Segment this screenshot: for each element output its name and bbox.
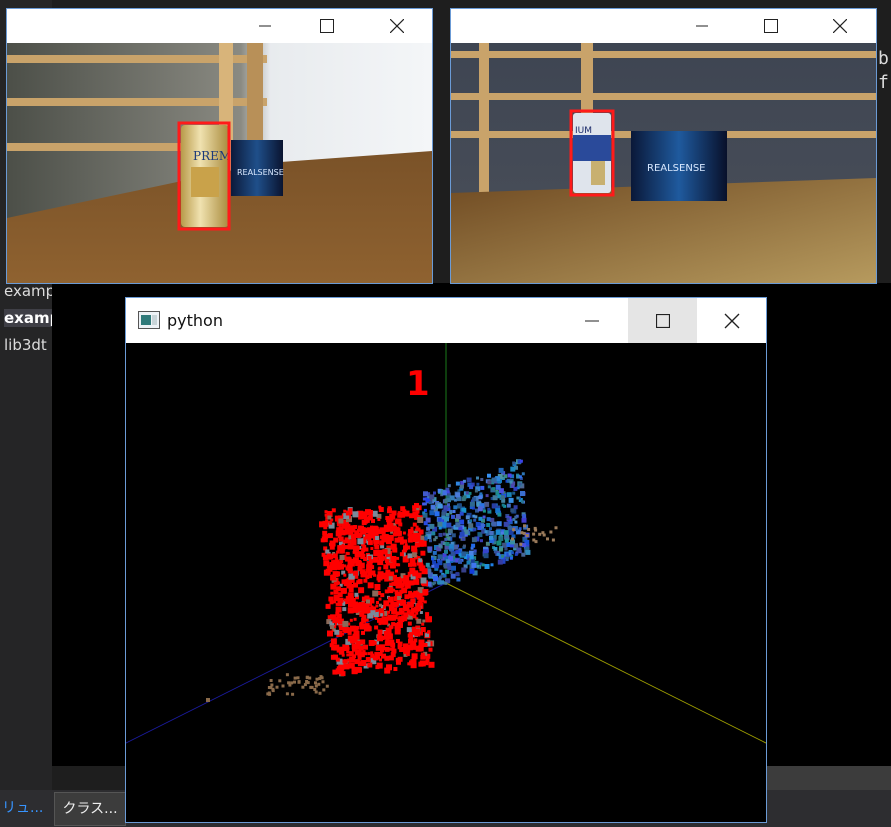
close-button[interactable] [709,298,755,343]
window-titlebar[interactable] [7,9,432,43]
maximize-icon [764,19,778,33]
svg-text:REALSENSE: REALSENSE [237,168,284,177]
svg-text:REALSENSE: REALSENSE [647,163,706,174]
maximize-icon [320,19,334,33]
class-view-tab[interactable]: クラス... [54,792,126,826]
camera-window-left[interactable]: REALSENSE PREM [6,8,433,284]
console-text-line: f [878,72,889,93]
maximize-icon [655,313,670,328]
box-point-cloud [422,459,531,588]
maximize-button[interactable] [304,9,350,43]
minimize-button[interactable] [679,9,725,43]
minimize-icon [696,25,708,27]
tree-item[interactable]: examp [4,282,55,300]
window-title: python [167,311,223,330]
close-button[interactable] [374,9,420,43]
solution-explorer-tab[interactable]: リュ... [0,795,52,821]
viewer-window[interactable]: python 1 [125,297,767,823]
point-cloud-canvas[interactable]: 1 [125,343,767,822]
horizontal-scrollbar[interactable] [766,766,891,790]
camera-image-left: REALSENSE PREM [7,43,432,283]
python-app-icon [138,311,160,329]
window-titlebar[interactable] [451,9,876,43]
tree-item[interactable]: lib3dt [4,336,47,354]
tree-item-selected[interactable]: examp [4,309,60,327]
x-axis-line [445,582,767,744]
minimize-button[interactable] [242,9,288,43]
camera-window-right[interactable]: REALSENSE IUM [450,8,877,284]
can-point-cloud [319,503,435,677]
close-icon [390,19,404,33]
camera-feed-left: REALSENSE PREM [7,43,432,283]
window-titlebar[interactable]: python [126,298,766,343]
camera-feed-right: REALSENSE IUM [451,43,876,283]
minimize-icon [585,320,599,321]
close-icon [724,313,740,328]
maximize-button[interactable] [628,298,697,343]
camera-image-right: REALSENSE IUM [451,43,876,283]
svg-text:PREM: PREM [193,149,231,163]
console-text-line: b [878,48,889,69]
svg-text:IUM: IUM [575,126,592,136]
minimize-button[interactable] [569,298,615,343]
point-cloud-viewport[interactable]: 1 [125,343,767,822]
minimize-icon [259,25,271,27]
maximize-button[interactable] [748,9,794,43]
close-button[interactable] [817,9,863,43]
close-icon [833,19,847,33]
detection-label-3d: 1 [406,364,430,404]
